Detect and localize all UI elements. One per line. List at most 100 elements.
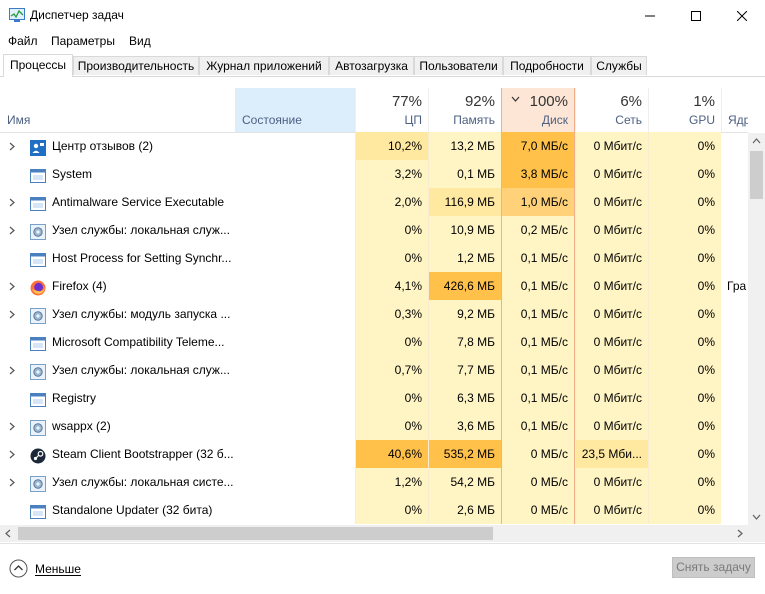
table-row[interactable]: Узел службы: модуль запуска ... 0,3% 9,2 М… (0, 300, 748, 328)
network-total-percent: 6% (620, 93, 642, 110)
process-name-cell[interactable]: Узел службы: локальная систе... (0, 468, 235, 496)
expand-chevron-icon[interactable] (9, 188, 19, 216)
gpu-cell: 0% (648, 160, 721, 188)
column-header-status[interactable]: Состояние (235, 88, 355, 132)
expand-chevron-icon[interactable] (9, 356, 19, 384)
network-cell: 23,5 Мби... (575, 440, 648, 468)
table-row[interactable]: Узел службы: локальная систе... 1,2% 54,2 … (0, 468, 748, 496)
process-table: Имя Состояние 77% ЦП 92% Память 100% Дис… (0, 88, 748, 525)
process-name: Узел службы: локальная служ... (52, 363, 230, 377)
network-cell: 0 Мбит/с (575, 356, 648, 384)
table-row[interactable]: Узел службы: локальная служ... 0,7% 7,7 МБ… (0, 356, 748, 384)
menu-options[interactable]: Параметры (51, 34, 115, 48)
process-name-cell[interactable]: Узел службы: модуль запуска ... (0, 300, 235, 328)
network-cell: 0 Мбит/с (575, 384, 648, 412)
column-label-gpu-engine: Ядро G (728, 113, 748, 127)
column-header-network[interactable]: 6% Сеть (575, 88, 648, 132)
table-row[interactable]: System 3,2% 0,1 МБ 3,8 МБ/с 0 Мбит/с 0% (0, 160, 748, 188)
tab-processes[interactable]: Процессы (3, 54, 73, 77)
table-row[interactable]: Standalone Updater (32 бита) 0% 2,6 МБ 0 МБ… (0, 496, 748, 524)
table-row[interactable]: Microsoft Compatibility Teleme... 0% 7,8 М… (0, 328, 748, 356)
process-name-cell[interactable]: Steam Client Bootstrapper (32 б... (0, 440, 235, 468)
process-name-cell[interactable]: Antimalware Service Executable (0, 188, 235, 216)
status-cell (235, 272, 355, 300)
gpu-engine-cell (721, 160, 748, 188)
process-name-cell[interactable]: System (0, 160, 235, 188)
gpu-cell: 0% (648, 412, 721, 440)
column-header-disk[interactable]: 100% Диск (501, 88, 575, 132)
expand-chevron-icon[interactable] (9, 412, 19, 440)
scroll-down-icon[interactable] (752, 514, 761, 520)
process-name-cell[interactable]: Host Process for Setting Synchr... (0, 244, 235, 272)
tab-performance[interactable]: Производительность (73, 56, 199, 75)
gpu-cell: 0% (648, 216, 721, 244)
horizontal-scrollbar[interactable] (0, 525, 748, 542)
tab-app-history[interactable]: Журнал приложений (199, 56, 329, 75)
menu-bar: Файл Параметры Вид (0, 31, 765, 51)
expand-chevron-icon[interactable] (9, 468, 19, 496)
expand-chevron-icon[interactable] (9, 216, 19, 244)
table-row[interactable]: Host Process for Setting Synchr... 0% 1,2 … (0, 244, 748, 272)
expand-chevron-icon[interactable] (9, 272, 19, 300)
maximize-button[interactable] (673, 0, 719, 31)
scroll-up-icon[interactable] (752, 138, 761, 144)
sort-desc-icon (511, 96, 520, 102)
memory-cell: 3,6 МБ (428, 412, 501, 440)
status-cell (235, 384, 355, 412)
scroll-left-icon[interactable] (5, 529, 11, 538)
process-name-cell[interactable]: Узел службы: локальная служ... (0, 356, 235, 384)
process-name-cell[interactable]: Центр отзывов (2) (0, 132, 235, 160)
column-header-name[interactable]: Имя (0, 88, 235, 132)
table-row[interactable]: Центр отзывов (2) 10,2% 13,2 МБ 7,0 МБ/с 0 М… (0, 132, 748, 160)
process-name-cell[interactable]: Standalone Updater (32 бита) (0, 496, 235, 524)
scroll-right-icon[interactable] (737, 529, 743, 538)
disk-cell: 0,1 МБ/с (501, 272, 575, 300)
table-row[interactable]: Steam Client Bootstrapper (32 б... 40,6% 5… (0, 440, 748, 468)
column-header-gpu[interactable]: 1% GPU (648, 88, 721, 132)
vertical-scroll-thumb[interactable] (750, 151, 763, 199)
horizontal-scroll-thumb[interactable] (18, 527, 493, 540)
table-row[interactable]: Antimalware Service Executable 2,0% 116,9 … (0, 188, 748, 216)
network-cell: 0 Мбит/с (575, 132, 648, 160)
table-row[interactable]: Firefox (4) 4,1% 426,6 МБ 0,1 МБ/с 0 Мбит/с 0… (0, 272, 748, 300)
table-row[interactable]: wsappx (2) 0% 3,6 МБ 0,1 МБ/с 0 Мбит/с 0% (0, 412, 748, 440)
vertical-scrollbar[interactable] (748, 133, 765, 525)
process-name-cell[interactable]: wsappx (2) (0, 412, 235, 440)
tab-details[interactable]: Подробности (503, 56, 591, 75)
memory-cell: 2,6 МБ (428, 496, 501, 524)
process-name-cell[interactable]: Firefox (4) (0, 272, 235, 300)
column-header-cpu[interactable]: 77% ЦП (355, 88, 428, 132)
menu-view[interactable]: Вид (129, 34, 151, 48)
table-header: Имя Состояние 77% ЦП 92% Память 100% Дис… (0, 88, 748, 133)
status-cell (235, 496, 355, 524)
minimize-icon (645, 15, 655, 16)
menu-file[interactable]: Файл (8, 34, 38, 48)
process-name-cell[interactable]: Узел службы: локальная служ... (0, 216, 235, 244)
feedback-hub-icon (30, 138, 46, 156)
tab-strip: Процессы Производительность Журнал прило… (0, 54, 765, 77)
window-app-icon (30, 390, 46, 407)
window-app-icon (30, 334, 46, 351)
close-button[interactable] (719, 0, 765, 31)
table-row[interactable]: Registry 0% 6,3 МБ 0,1 МБ/с 0 Мбит/с 0% (0, 384, 748, 412)
expand-chevron-icon[interactable] (9, 440, 19, 468)
table-row[interactable]: Узел службы: локальная служ... 0% 10,9 МБ 0… (0, 216, 748, 244)
task-manager-icon (9, 8, 25, 22)
tab-users[interactable]: Пользователи (414, 56, 503, 75)
cpu-cell: 0,3% (355, 300, 428, 328)
expand-chevron-icon[interactable] (9, 132, 19, 160)
process-name-cell[interactable]: Microsoft Compatibility Teleme... (0, 328, 235, 356)
column-header-memory[interactable]: 92% Память (428, 88, 501, 132)
tab-startup[interactable]: Автозагрузка (329, 56, 414, 75)
maximize-icon (691, 10, 701, 21)
process-name-cell[interactable]: Registry (0, 384, 235, 412)
memory-total-percent: 92% (464, 93, 495, 110)
memory-cell: 54,2 МБ (428, 468, 501, 496)
disk-cell: 0,1 МБ/с (501, 328, 575, 356)
end-task-button[interactable]: Снять задачу (672, 557, 755, 578)
minimize-button[interactable] (627, 0, 673, 31)
column-header-gpu-engine[interactable]: Ядро G (721, 88, 748, 132)
tab-services[interactable]: Службы (591, 56, 647, 75)
expand-chevron-icon[interactable] (9, 300, 19, 328)
memory-cell: 7,7 МБ (428, 356, 501, 384)
